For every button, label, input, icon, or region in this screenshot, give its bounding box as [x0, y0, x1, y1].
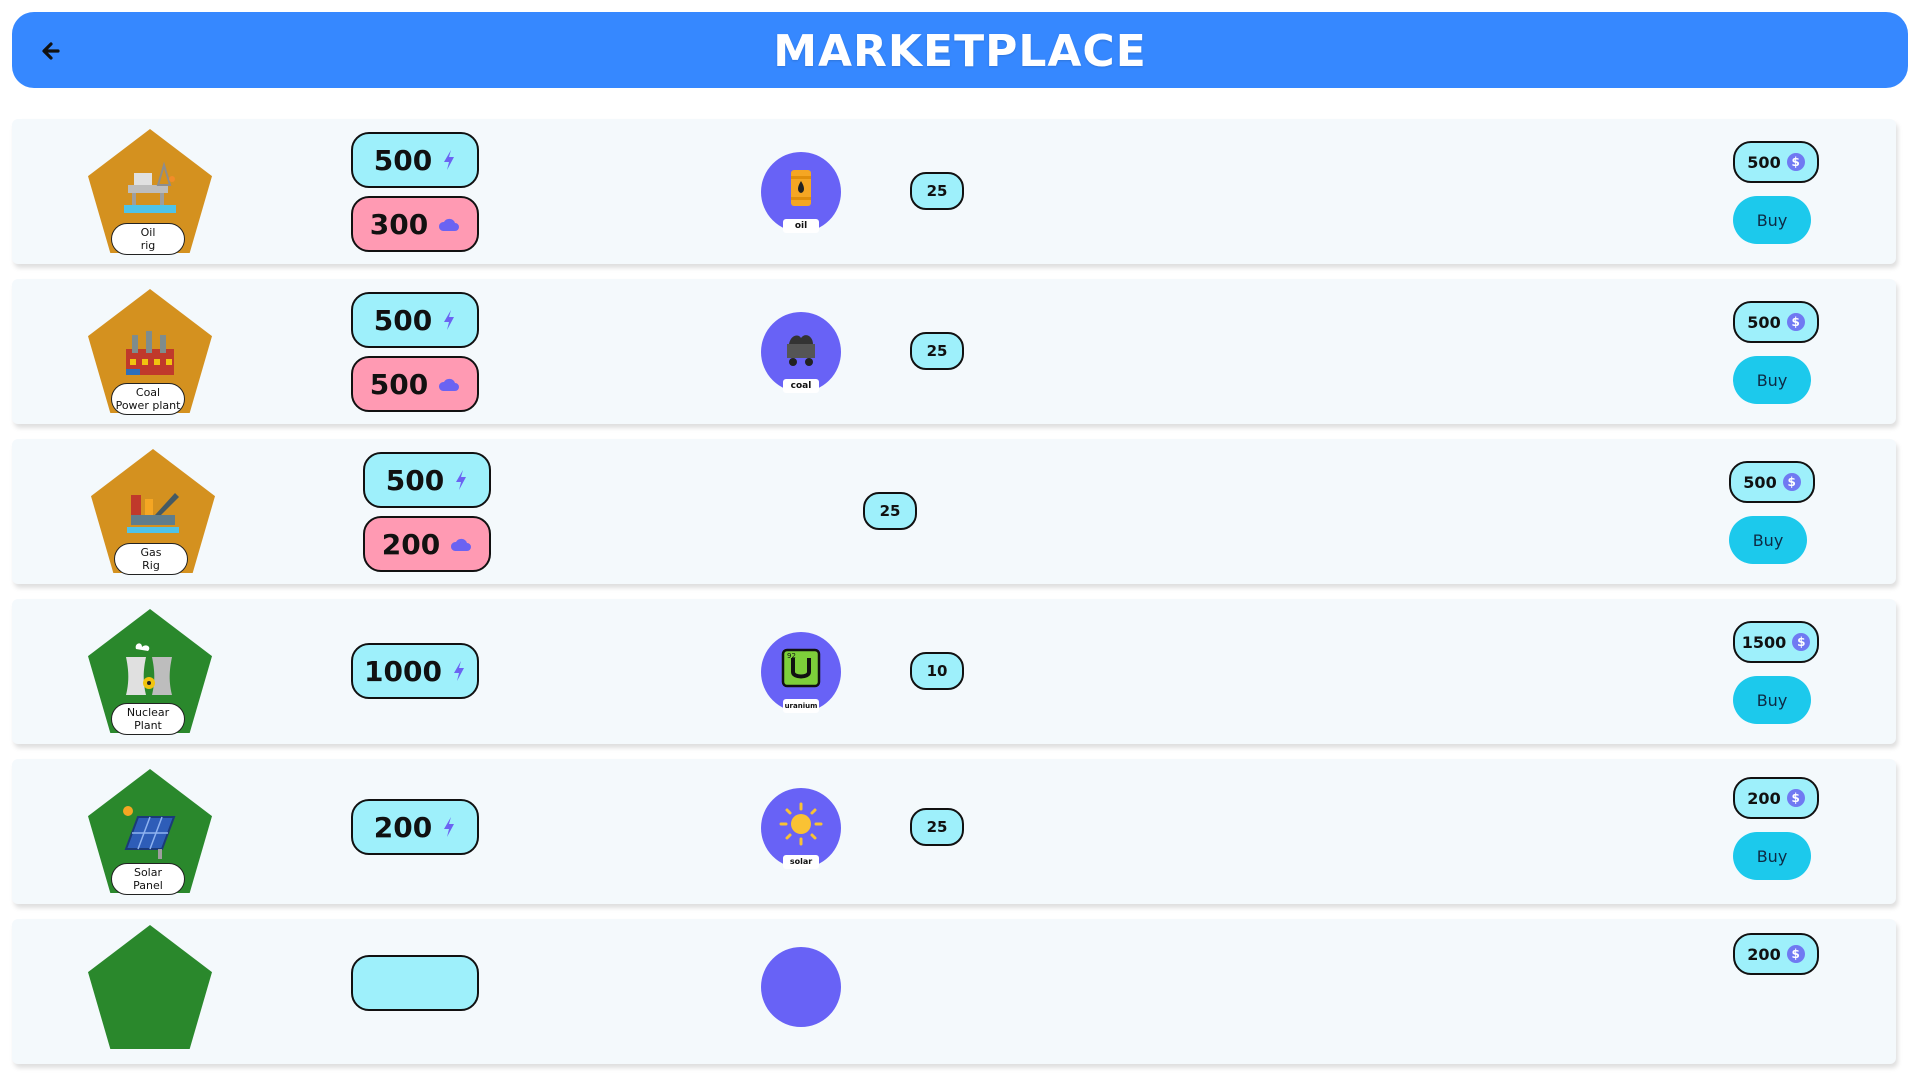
plant-name-label: Nuclear Plant [111, 703, 185, 735]
plant-name-label: Gas Rig [114, 543, 188, 575]
resource-uranium: 92 uranium [761, 632, 841, 713]
plant-card-gas-rig: Gas Rig 500 200 25 500 $ Buy [12, 439, 1896, 584]
lightning-icon [453, 661, 464, 681]
co2-emission: 500 [351, 356, 479, 412]
resource-solar: solar [761, 788, 841, 869]
dollar-coin-icon: $ [1786, 789, 1805, 807]
co2-emission: 300 [351, 196, 479, 252]
energy-output: 500 [363, 452, 491, 508]
co2-emission: 200 [363, 516, 491, 572]
oil-barrel-icon [791, 170, 811, 206]
price-tag: 1500 $ [1733, 621, 1819, 663]
page-title: MARKETPLACE [773, 26, 1147, 77]
price-tag: 500 $ [1733, 141, 1819, 183]
lightning-icon [444, 817, 455, 837]
nuclear-plant-icon [126, 643, 172, 695]
resource-quantity: 25 [910, 172, 964, 210]
resource-quantity: 25 [910, 332, 964, 370]
resource-oil: oil [761, 152, 841, 233]
buy-button[interactable]: Buy [1729, 516, 1807, 564]
plant-badge [88, 925, 212, 1049]
resource-partial [761, 947, 841, 1027]
cloud-icon [451, 538, 472, 551]
oil-rig-icon [124, 161, 176, 213]
price-tag: 200 $ [1733, 933, 1819, 975]
sun-icon [779, 802, 823, 846]
plant-card-nuclear-plant: Nuclear Plant 1000 92 uranium 10 1500 $ … [12, 599, 1896, 744]
energy-output: 200 [351, 799, 479, 855]
plant-name-label: Solar Panel [111, 863, 185, 895]
cloud-icon [439, 218, 460, 231]
energy-output: 500 [351, 292, 479, 348]
resource-quantity: 10 [910, 652, 964, 690]
resource-quantity: 25 [910, 808, 964, 846]
resource-quantity: 25 [863, 492, 917, 530]
price-tag: 500 $ [1733, 301, 1819, 343]
dollar-coin-icon: $ [1786, 153, 1805, 171]
plant-card-coal-power-plant: Coal Power plant 500 500 coal 25 500 $ B… [12, 279, 1896, 424]
energy-output: 1000 [351, 643, 479, 699]
price-tag: 500 $ [1729, 461, 1815, 503]
energy-output: 500 [351, 132, 479, 188]
uranium-icon: 92 [781, 648, 821, 688]
dollar-coin-icon: $ [1782, 473, 1801, 491]
plant-card-solar-panel: Solar Panel 200 solar 25 200 $ Buy [12, 759, 1896, 904]
svg-text:92: 92 [787, 652, 796, 660]
buy-button[interactable]: Buy [1733, 832, 1811, 880]
dollar-coin-icon: $ [1786, 945, 1805, 963]
coal-plant-icon [126, 331, 174, 375]
dollar-coin-icon: $ [1792, 633, 1811, 651]
solar-panel-icon [123, 806, 176, 859]
coal-cart-icon [787, 335, 815, 366]
plant-list[interactable]: Oil rig 500 300 oil 25 500 $ Buy Coal Po… [12, 119, 1896, 1079]
resource-coal: coal [761, 312, 841, 393]
buy-button[interactable]: Buy [1733, 676, 1811, 724]
plant-name-label: Coal Power plant [111, 383, 185, 415]
cloud-icon [439, 378, 460, 391]
plant-card-oil-rig: Oil rig 500 300 oil 25 500 $ Buy [12, 119, 1896, 264]
lightning-icon [444, 150, 455, 170]
price-tag: 200 $ [1733, 777, 1819, 819]
plant-card-partial: 200 $ [12, 919, 1896, 1064]
plant-name-label: Oil rig [111, 223, 185, 255]
dollar-coin-icon: $ [1786, 313, 1805, 331]
lightning-icon [444, 310, 455, 330]
buy-button[interactable]: Buy [1733, 196, 1811, 244]
energy-output [351, 955, 479, 1011]
gas-rig-icon [127, 493, 179, 533]
lightning-icon [456, 470, 467, 490]
buy-button[interactable]: Buy [1733, 356, 1811, 404]
header-bar: MARKETPLACE [12, 12, 1908, 88]
